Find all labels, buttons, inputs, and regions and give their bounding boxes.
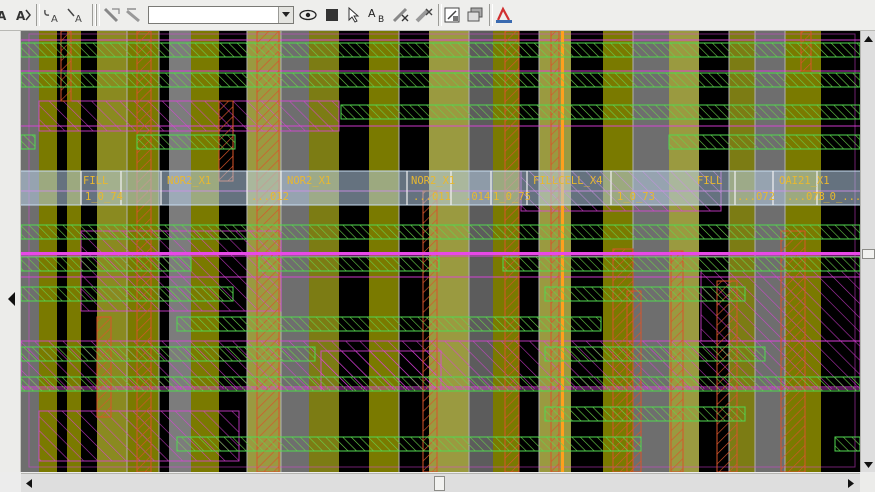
via-bar [21,134,36,150]
vertical-scrollbar[interactable] [860,31,875,472]
layout-view: FILL NOR2_X1 NOR2_X1 NOR2_X1 FILLCELL_X4 FILL… [21,31,860,472]
metal-column [821,31,860,472]
via-bar [21,42,860,58]
via-bar [834,436,860,452]
instance-label: ...012 [251,191,289,203]
metal-column [21,31,39,472]
scroll-left-icon[interactable] [23,477,35,490]
via-bar [544,346,766,362]
poly-rect [504,31,520,472]
svg-text:A: A [0,9,7,23]
scroll-up-icon[interactable] [863,33,874,45]
instance-label: 1_0_73 [617,191,655,203]
svg-text:A: A [16,9,26,23]
clear-icon[interactable] [414,5,434,25]
cell-label: FILL [83,175,108,187]
cell-label: NOR2_X1 [287,175,331,187]
vertical-scroll-thumb[interactable] [862,249,875,259]
horizontal-scroll-thumb[interactable] [434,476,445,491]
instance-label: ...011 [413,191,451,203]
highlight-icon[interactable] [494,5,514,25]
svg-text:A: A [75,14,82,24]
metal-column [39,31,57,472]
ruler-icon[interactable] [102,5,122,25]
svg-text:A: A [368,7,376,20]
horizontal-scrollbar[interactable] [21,473,860,492]
text-a-icon[interactable]: A [42,5,62,25]
layout-canvas[interactable]: FILL NOR2_X1 NOR2_X1 NOR2_X1 FILLCELL_X4 FILL… [21,31,860,472]
via-bar [21,224,860,240]
toolbar-separator [36,4,40,26]
via-bar [258,256,440,272]
metal-column [339,31,369,472]
vdd-line [21,252,860,255]
poly-rect [550,31,560,472]
via-bar [340,104,860,120]
cell-label: NOR2_X1 [411,175,455,187]
via-bar [21,256,192,272]
grid-icon[interactable] [442,5,462,25]
measure-icon[interactable] [124,5,144,25]
instance-label: .014 [465,191,490,203]
stop-icon[interactable] [322,5,342,25]
chevron-down-icon[interactable] [278,7,293,23]
via-bar [502,256,860,272]
active-net-glow [561,31,564,472]
toolbar: A A A A AB [0,0,875,31]
metal-column [369,31,399,472]
via-bar [668,134,860,150]
svg-text:A: A [51,14,58,24]
metal-column [469,31,493,472]
poly-rect [60,31,72,102]
find-next-icon[interactable]: A [14,5,34,25]
cell-label: FILLCELL_X4 [533,175,603,187]
scroll-right-icon[interactable] [845,477,857,490]
layer-combo-box[interactable] [148,6,294,24]
via-bar [136,134,236,150]
via-bar [21,72,860,88]
poly-rect [96,316,112,418]
instance-label: 1_0_... [817,191,860,203]
via-bar [176,436,642,452]
instance-label: ...072 [737,191,775,203]
scrollbar-corner [860,473,875,492]
text-ab-icon[interactable]: AB [367,5,387,25]
find-all-icon[interactable]: A [0,5,14,25]
collapse-left-icon[interactable] [8,291,18,306]
instance-label: 1_0_74 [85,191,123,203]
metal-column [519,31,539,472]
via-bar [21,376,860,392]
cell-label: NOR2_X1 [167,175,211,187]
cell-label: FILL [697,175,722,187]
metal-column [281,31,309,472]
via-bar [21,286,234,302]
layers-icon[interactable] [465,5,485,25]
side-panel-strip [0,31,21,472]
poly-rect [256,31,280,472]
delete-ruler-icon[interactable] [391,5,411,25]
via-bar [544,406,746,422]
via-bar [544,286,746,302]
instance-label: 1_0_75 [493,191,531,203]
scroll-down-icon[interactable] [863,459,874,471]
cell-label: OAI21_X1 [779,175,830,187]
toolbar-separator [96,4,100,26]
via-bar [176,316,602,332]
via-bar [21,346,316,362]
poly-rect [136,31,152,472]
metal-column [571,31,603,472]
metal-column [309,31,339,472]
text-a2-icon[interactable]: A [66,5,86,25]
pointer-icon[interactable] [344,5,364,25]
eye-icon[interactable] [298,5,318,25]
toolbar-separator [489,4,493,26]
svg-text:B: B [378,15,384,24]
